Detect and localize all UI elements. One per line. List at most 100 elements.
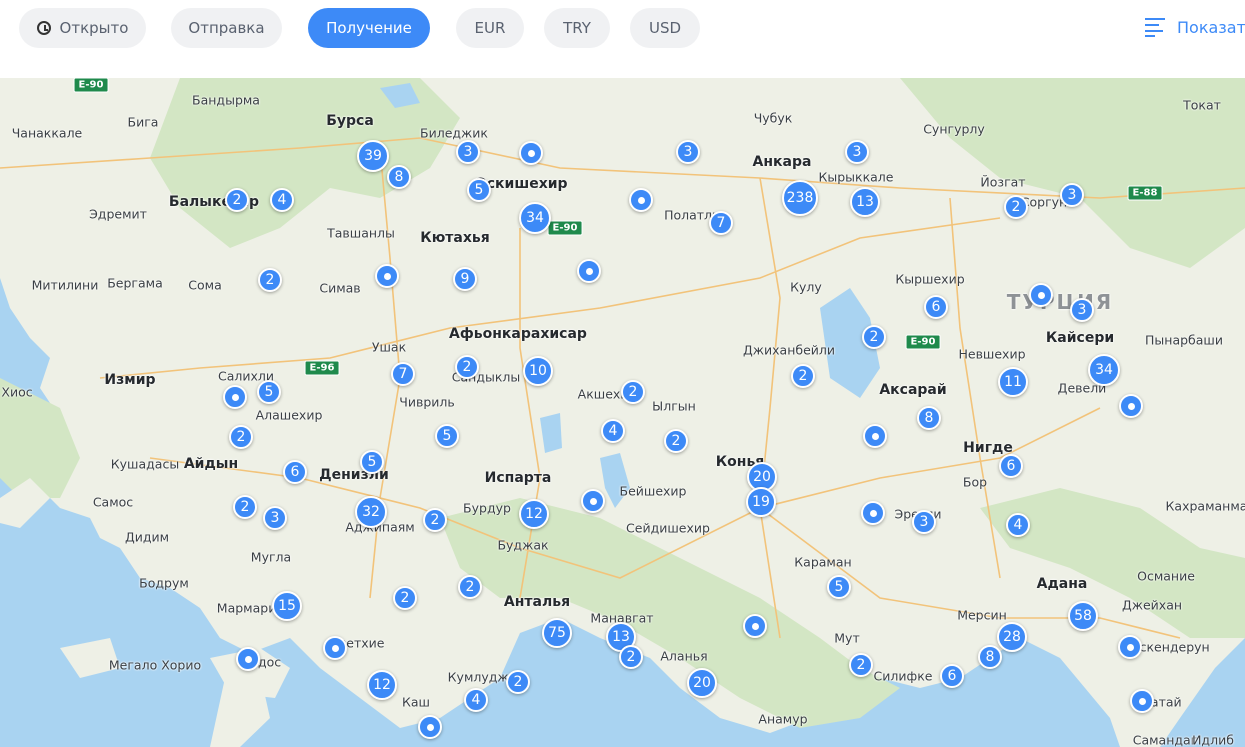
city-label: Искендерун [1130,639,1210,655]
cluster-marker[interactable]: 8 [978,645,1002,669]
single-location-marker[interactable] [577,259,601,283]
city-label: Чубук [753,110,793,126]
cluster-marker[interactable]: 4 [601,419,625,443]
filter-receive-button[interactable]: Получение [308,8,430,48]
cluster-marker[interactable]: 2 [849,653,873,677]
single-location-marker[interactable] [581,489,605,513]
city-label: Бор [962,474,988,490]
cluster-marker[interactable]: 2 [664,429,688,453]
cluster-marker[interactable]: 3 [456,140,480,164]
city-label: Кырыккале [818,169,894,185]
cluster-marker[interactable]: 2 [862,325,886,349]
cluster-marker[interactable]: 34 [519,202,551,234]
city-label: Кайсери [1045,330,1115,346]
cluster-marker[interactable]: 2 [423,508,447,532]
cluster-marker[interactable]: 2 [619,645,643,669]
city-label: Буджак [497,537,549,553]
cluster-marker[interactable]: 2 [506,670,530,694]
cluster-marker[interactable]: 2 [791,364,815,388]
cluster-marker[interactable]: 3 [263,506,287,530]
highway-shield: E-90 [905,334,941,350]
cluster-marker[interactable]: 11 [998,367,1028,397]
city-label: Мут [834,630,860,646]
cluster-marker[interactable]: 2 [229,425,253,449]
city-label: Бейшехир [619,483,687,499]
cluster-marker[interactable]: 12 [367,670,397,700]
single-location-marker[interactable] [1029,283,1053,307]
cluster-marker[interactable]: 8 [917,406,941,430]
cluster-marker[interactable]: 58 [1068,601,1098,631]
show-list-button[interactable]: Показат [1145,14,1245,40]
single-location-marker[interactable] [519,141,543,165]
filter-send-button[interactable]: Отправка [171,8,282,48]
cluster-marker[interactable]: 2 [455,355,479,379]
cluster-marker[interactable]: 19 [746,487,776,517]
cluster-marker[interactable]: 6 [924,295,948,319]
cluster-marker[interactable]: 5 [435,424,459,448]
filter-try-button[interactable]: TRY [544,8,610,48]
single-location-marker[interactable] [1118,635,1142,659]
cluster-marker[interactable]: 2 [458,575,482,599]
cluster-marker[interactable]: 2 [225,188,249,212]
city-label: Джиханбейли [742,342,836,358]
cluster-marker[interactable]: 4 [464,688,488,712]
cluster-marker[interactable]: 238 [782,180,818,216]
single-location-marker[interactable] [629,188,653,212]
cluster-marker[interactable]: 4 [270,188,294,212]
cluster-marker[interactable]: 4 [1006,513,1030,537]
cluster-marker[interactable]: 15 [272,591,302,621]
city-label: Токат [1183,97,1221,113]
cluster-marker[interactable]: 2 [393,586,417,610]
cluster-marker[interactable]: 3 [676,140,700,164]
single-location-marker[interactable] [236,647,260,671]
city-label: Бергама [107,275,163,291]
filter-open-button[interactable]: Открыто [19,8,146,48]
cluster-marker[interactable]: 5 [467,178,491,202]
cluster-marker[interactable]: 3 [845,140,869,164]
cluster-marker[interactable]: 2 [233,495,257,519]
cluster-marker[interactable]: 6 [283,460,307,484]
cluster-marker[interactable]: 34 [1088,354,1120,386]
cluster-marker[interactable]: 6 [999,454,1023,478]
city-label: Алашехир [255,407,323,423]
city-label: Афьонкарахисар [449,326,587,342]
single-location-marker[interactable] [1119,394,1143,418]
single-location-marker[interactable] [743,614,767,638]
cluster-marker[interactable]: 2 [621,380,645,404]
single-location-marker[interactable] [863,424,887,448]
cluster-marker[interactable]: 3 [912,510,936,534]
single-location-marker[interactable] [323,636,347,660]
filter-eur-button[interactable]: EUR [456,8,524,48]
cluster-marker[interactable]: 12 [519,499,549,529]
cluster-marker[interactable]: 5 [827,575,851,599]
city-label: Дидим [124,529,170,545]
cluster-marker[interactable]: 20 [687,668,717,698]
cluster-marker[interactable]: 28 [997,622,1027,652]
single-location-marker[interactable] [223,385,247,409]
cluster-marker[interactable]: 9 [453,267,477,291]
city-label: Мерсин [957,607,1007,623]
single-location-marker[interactable] [861,501,885,525]
city-label: Караман [794,554,852,570]
single-location-marker[interactable] [375,264,399,288]
map-view[interactable]: Бандырма Бурса Чанаккале Бига Биледжик Ч… [0,78,1245,747]
cluster-marker[interactable]: 2 [258,268,282,292]
cluster-marker[interactable]: 6 [940,664,964,688]
cluster-marker[interactable]: 5 [257,380,281,404]
cluster-marker[interactable]: 75 [542,618,572,648]
single-location-marker[interactable] [418,715,442,739]
cluster-marker[interactable]: 3 [1060,183,1084,207]
cluster-marker[interactable]: 7 [391,362,415,386]
cluster-marker[interactable]: 32 [355,496,387,528]
filter-usd-button[interactable]: USD [630,8,700,48]
city-label: Анкара [752,154,812,170]
cluster-marker[interactable]: 39 [357,140,389,172]
cluster-marker[interactable]: 3 [1070,298,1094,322]
cluster-marker[interactable]: 13 [850,187,880,217]
cluster-marker[interactable]: 5 [360,450,384,474]
cluster-marker[interactable]: 10 [523,356,553,386]
single-location-marker[interactable] [1130,689,1154,713]
cluster-marker[interactable]: 7 [709,211,733,235]
cluster-marker[interactable]: 2 [1004,195,1028,219]
cluster-marker[interactable]: 8 [387,165,411,189]
